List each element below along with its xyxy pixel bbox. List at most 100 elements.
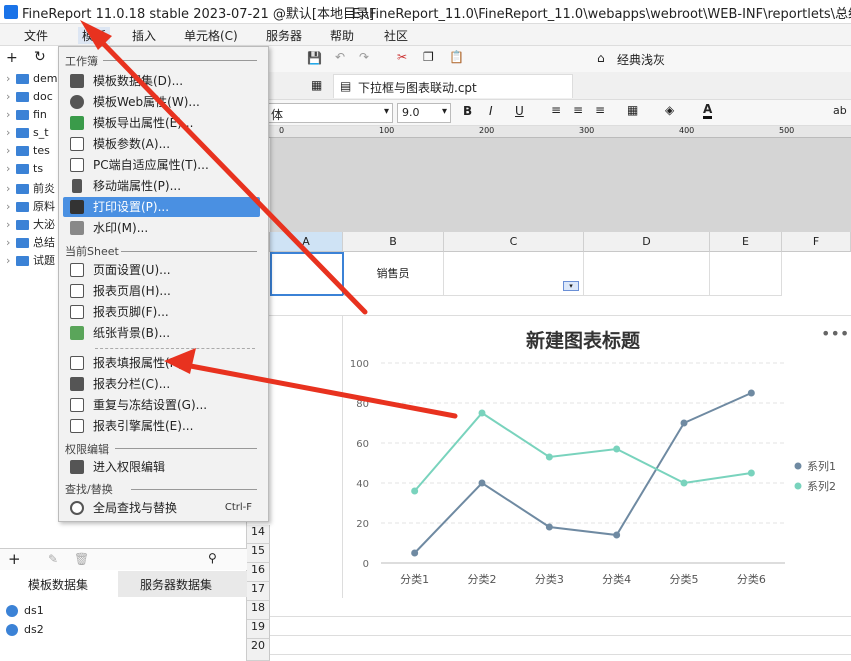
col-header-e[interactable]: E — [710, 232, 782, 252]
tree-item[interactable]: › 试题 — [6, 252, 55, 268]
dataset-item[interactable]: ds1 — [6, 604, 44, 617]
menu-cell[interactable]: 单元格(C) — [184, 27, 238, 44]
save-icon[interactable]: 💾 — [307, 51, 322, 65]
row-header[interactable]: 20 — [247, 639, 270, 661]
menu-item-freeze[interactable]: 重复与冻结设置(G)... — [63, 395, 260, 415]
menu-template[interactable]: 模板 — [78, 27, 111, 44]
col-header-d[interactable]: D — [584, 232, 710, 252]
cell-c1[interactable]: ▾ — [444, 252, 584, 296]
grid-row[interactable] — [247, 296, 851, 316]
dropdown-icon[interactable]: ▾ — [563, 281, 579, 291]
ruler-tick: 100 — [379, 126, 395, 135]
data-point — [613, 531, 621, 539]
menu-community[interactable]: 社区 — [384, 27, 408, 44]
tree-item[interactable]: › 前炎 — [6, 180, 55, 196]
row-header[interactable]: 16 — [247, 563, 270, 582]
tree-item[interactable]: › fin — [6, 108, 47, 121]
wrap-icon[interactable]: ab — [833, 104, 847, 117]
menu-item-params[interactable]: 模板参数(A)... — [63, 134, 260, 154]
cell-b1[interactable]: 销售员 — [343, 252, 444, 296]
menu-item-find-replace[interactable]: 全局查找与替换 Ctrl-F — [63, 498, 260, 518]
menu-item-page-setup[interactable]: 页面设置(U)... — [63, 260, 260, 280]
menu-item-permission-edit[interactable]: 进入权限编辑 — [63, 457, 260, 477]
font-color-icon[interactable]: A — [703, 102, 713, 119]
menu-item-footer[interactable]: 报表页脚(F)... — [63, 302, 260, 322]
line-chart[interactable]: 新建图表标题 ••• 0 20 40 60 80 100 分类1 分类2 分类3 分类4 分类5 分类… — [343, 316, 851, 598]
menu-item-pc-adaptive[interactable]: PC端自适应属性(T)... — [63, 155, 260, 175]
align-center-icon[interactable]: ≡ — [573, 103, 583, 117]
data-point — [478, 479, 486, 487]
menu-item-print-settings[interactable]: 打印设置(P)... — [63, 197, 260, 217]
delete-icon[interactable]: 🗑 — [74, 552, 89, 566]
tree-item[interactable]: › doc — [6, 90, 53, 103]
tree-item[interactable]: › 原料 — [6, 198, 55, 214]
menu-item-template-dataset[interactable]: 模板数据集(D)... — [63, 71, 260, 91]
col-header-c[interactable]: C — [444, 232, 584, 252]
redo-icon[interactable]: ↷ — [359, 50, 369, 64]
grid-rows-bottom[interactable] — [270, 598, 851, 661]
menu-item-columns[interactable]: 报表分栏(C)... — [63, 374, 260, 394]
menu-item-watermark[interactable]: 水印(M)... — [63, 218, 260, 238]
align-right-icon[interactable]: ≡ — [595, 103, 605, 117]
style-button[interactable]: 经典浅灰 — [617, 51, 665, 68]
menu-item-paper-bg[interactable]: 纸张背景(B)... — [63, 323, 260, 343]
menu-file[interactable]: 文件 — [24, 27, 48, 44]
row-header[interactable]: 19 — [247, 620, 270, 639]
underline-icon[interactable]: U — [515, 104, 524, 118]
x-tick-label: 分类1 — [400, 572, 429, 586]
cut-icon[interactable]: ✂ — [397, 50, 407, 64]
edit-icon[interactable]: ✎ — [48, 552, 58, 566]
col-header-b[interactable]: B — [343, 232, 444, 252]
fill-icon[interactable]: ◈ — [665, 103, 674, 117]
folder-icon — [16, 202, 29, 212]
col-header-a[interactable]: A — [270, 232, 343, 252]
menu-item-web-attr[interactable]: 模板Web属性(W)... — [63, 92, 260, 112]
row-header[interactable]: 14 — [247, 525, 270, 544]
paste-icon[interactable]: 📋 — [449, 50, 464, 64]
bold-icon[interactable]: B — [463, 104, 472, 118]
grid-column-a[interactable] — [270, 316, 343, 598]
selected-cell-a1[interactable] — [270, 252, 344, 296]
tree-item[interactable]: › ts — [6, 162, 43, 175]
add-dataset-icon[interactable]: + — [8, 550, 21, 568]
tree-item[interactable]: › tes — [6, 144, 50, 157]
menu-item-export-attr[interactable]: 模板导出属性(E)... — [63, 113, 260, 133]
menu-item-fill-attr[interactable]: 报表填报属性(R)... — [63, 353, 260, 373]
search-icon[interactable]: ⚲ — [208, 551, 217, 565]
border-icon[interactable]: ▦ — [627, 103, 638, 117]
menu-item-header[interactable]: 报表页眉(H)... — [63, 281, 260, 301]
menu-help[interactable]: 帮助 — [330, 27, 354, 44]
tab-template[interactable]: ▤ 下拉框与图表联动.cpt — [333, 74, 573, 98]
font-select[interactable]: 体 ▾ — [267, 103, 393, 123]
menu-item-mobile-attr[interactable]: 移动端属性(P)... — [63, 176, 260, 196]
cell-d1[interactable] — [584, 252, 710, 296]
tree-item[interactable]: › 总结 — [6, 234, 55, 250]
size-select[interactable]: 9.0 ▾ — [397, 103, 451, 123]
dataset-item[interactable]: ds2 — [6, 623, 44, 636]
menu-insert[interactable]: 插入 — [132, 27, 156, 44]
tab-server-dataset[interactable]: 服务器数据集 — [140, 576, 212, 593]
copy-icon[interactable]: ❐ — [423, 50, 434, 64]
add-icon[interactable]: + — [6, 50, 18, 66]
freeze-icon — [70, 398, 84, 412]
tree-item[interactable]: › 大泌 — [6, 216, 55, 232]
database-icon — [6, 605, 18, 617]
col-header-f[interactable]: F — [782, 232, 851, 252]
menu-divider — [121, 251, 257, 252]
row-header[interactable]: 17 — [247, 582, 270, 601]
data-point — [478, 409, 486, 417]
header-area — [270, 138, 851, 232]
row-header[interactable]: 15 — [247, 544, 270, 563]
grid-icon[interactable]: ▦ — [311, 78, 322, 92]
undo-icon[interactable]: ↶ — [335, 50, 345, 64]
refresh-icon[interactable]: ↻ — [34, 49, 46, 65]
align-left-icon[interactable]: ≡ — [551, 103, 561, 117]
menu-item-engine-attr[interactable]: 报表引擎属性(E)... — [63, 416, 260, 436]
row-header[interactable]: 18 — [247, 601, 270, 620]
menu-server[interactable]: 服务器 — [266, 27, 302, 44]
tree-item[interactable]: › s_t — [6, 126, 49, 139]
cell-e1[interactable] — [710, 252, 782, 296]
italic-icon[interactable]: I — [489, 104, 493, 118]
tree-item[interactable]: › dem — [6, 72, 57, 85]
tab-template-dataset[interactable]: 模板数据集 — [0, 571, 118, 597]
